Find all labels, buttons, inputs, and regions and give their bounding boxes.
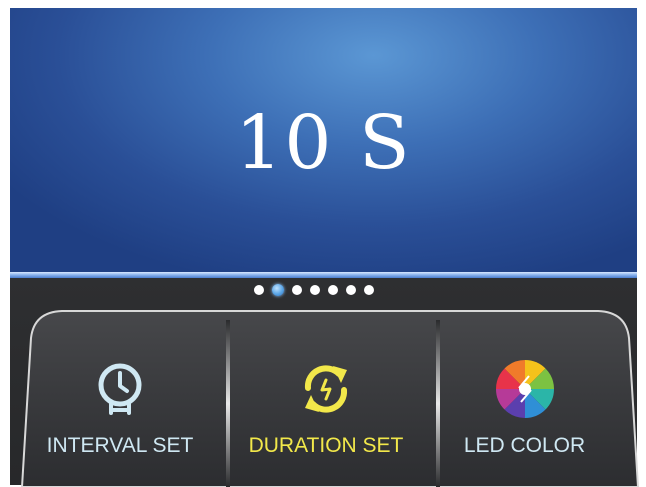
interval-set-label: INTERVAL SET	[46, 434, 194, 457]
page-dot[interactable]	[310, 285, 320, 295]
page-dot[interactable]	[254, 285, 264, 295]
page-dot[interactable]	[346, 285, 356, 295]
page-indicator	[254, 283, 374, 297]
led-color-label: LED COLOR	[463, 434, 586, 457]
refresh-icon	[304, 365, 348, 413]
clock-icon	[98, 363, 142, 415]
page-dot[interactable]	[292, 285, 302, 295]
led-color-button[interactable]: LED COLOR	[432, 306, 617, 477]
value-display: 10 S	[10, 8, 637, 272]
duration-set-label: DURATION SET	[248, 434, 404, 457]
duration-set-button[interactable]: DURATION SET	[223, 306, 429, 477]
page-dot-active[interactable]	[272, 284, 284, 296]
display-value: 10 S	[235, 100, 412, 186]
page-dot[interactable]	[328, 285, 338, 295]
page-dot[interactable]	[364, 285, 374, 295]
color-wheel-icon	[495, 360, 554, 418]
interval-set-button[interactable]: INTERVAL SET	[20, 306, 220, 477]
